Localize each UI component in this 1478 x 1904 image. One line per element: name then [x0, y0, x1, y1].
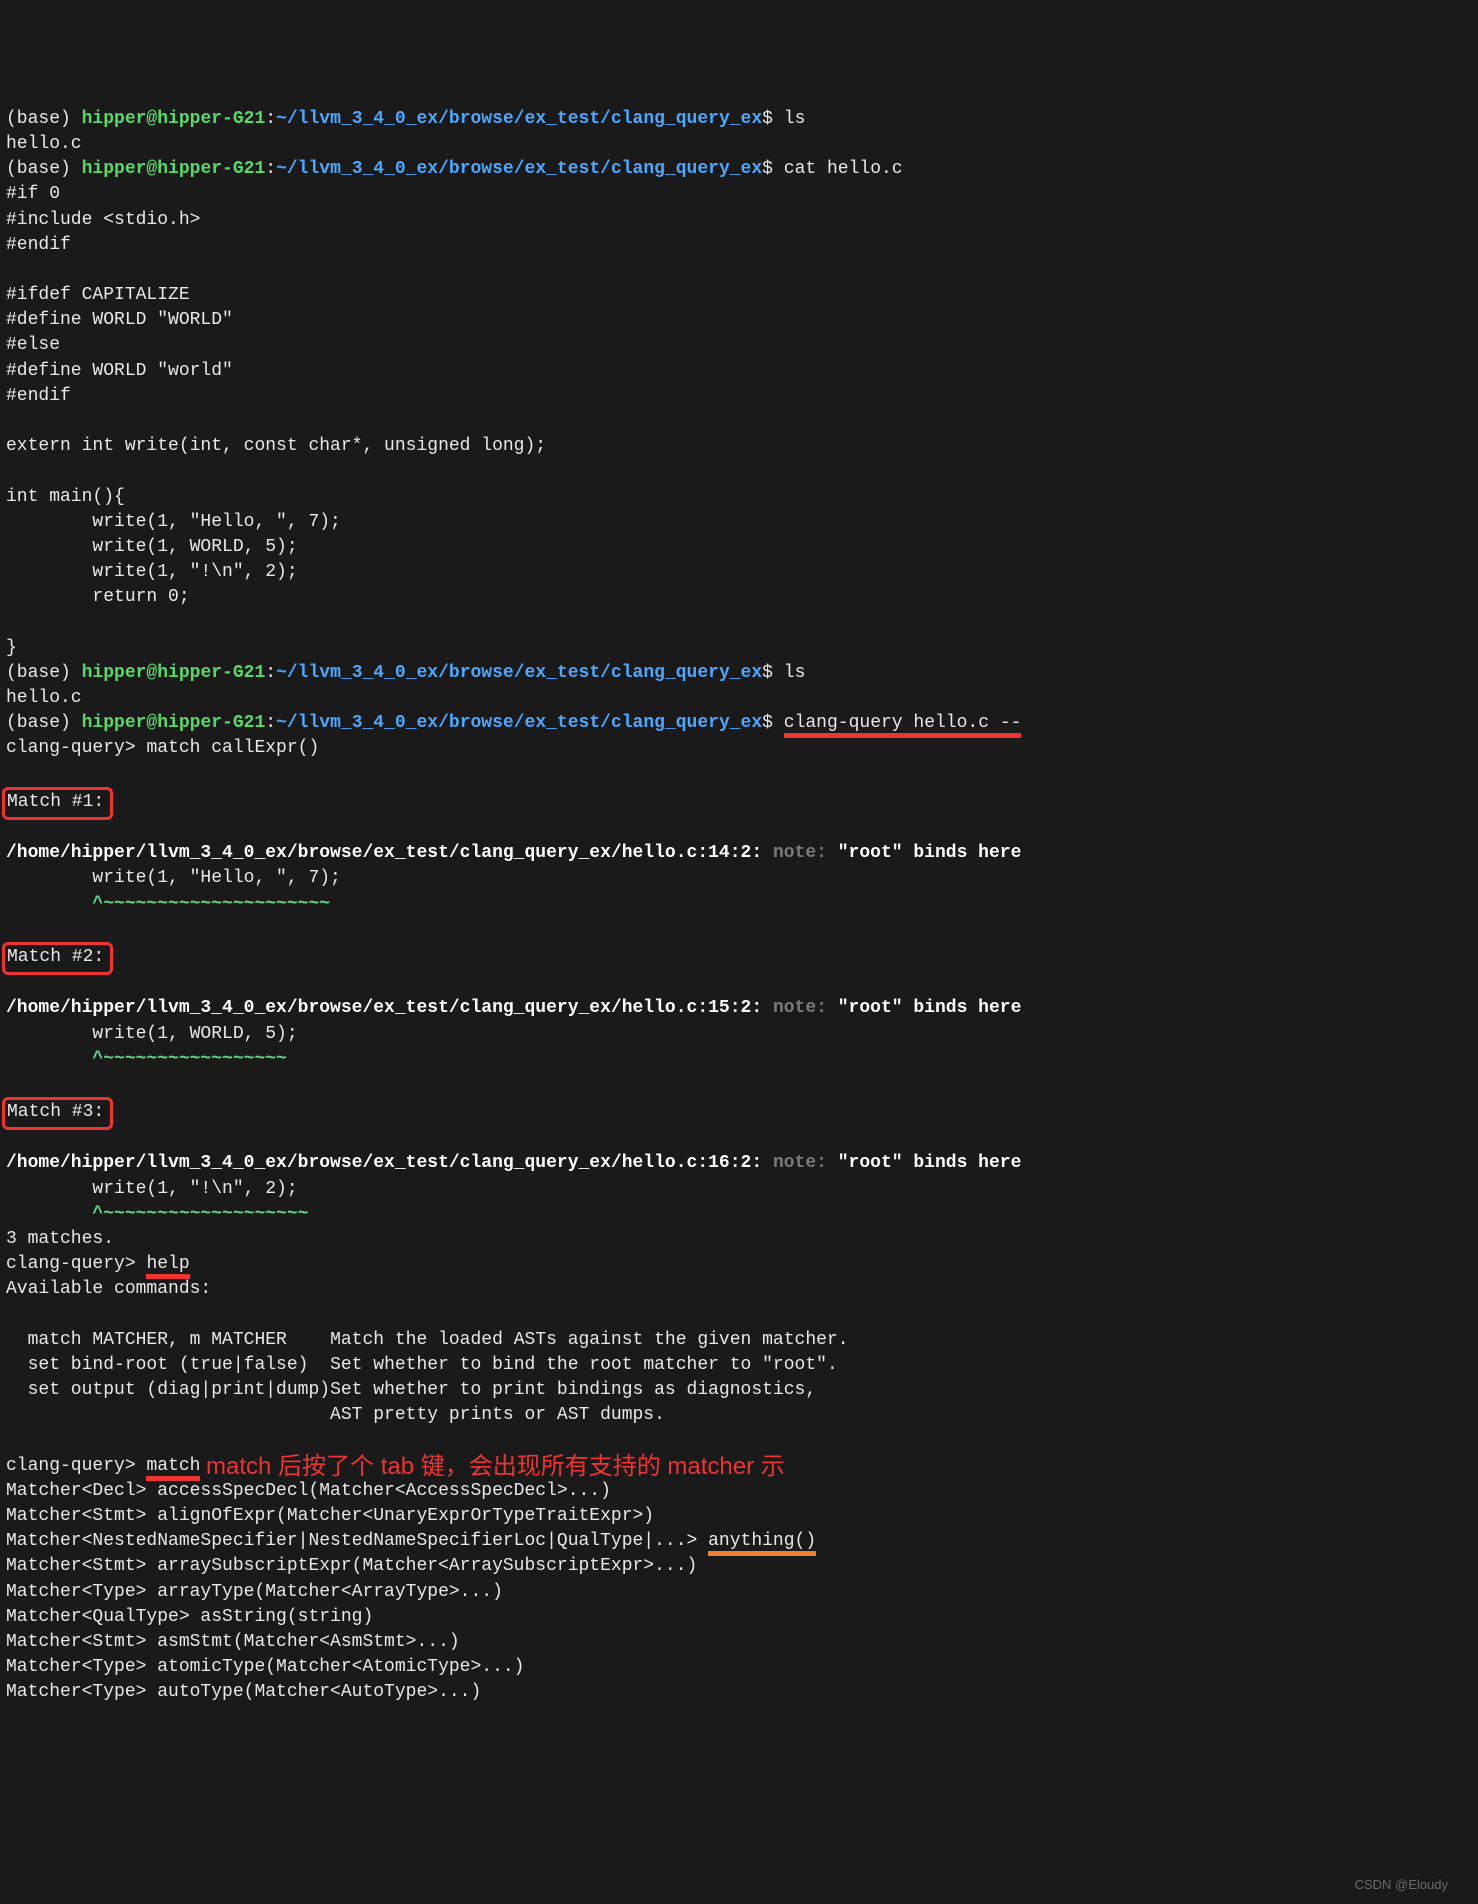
cmd-ls[interactable]: ls [784, 109, 806, 129]
cmd-clang-query[interactable]: clang-query hello.c -- [784, 713, 1022, 738]
match-caret: ^~~~~~~~~~~~~~~~~~~~ [6, 1204, 308, 1224]
note-text: "root" binds here [827, 998, 1021, 1018]
src-line: extern int write(int, const char*, unsig… [6, 436, 546, 456]
cq-prompt: clang-query> [6, 738, 146, 758]
cq-prompt: clang-query> [6, 1456, 146, 1476]
cq-cmd-help[interactable]: help [146, 1254, 189, 1279]
match-caret: ^~~~~~~~~~~~~~~~~~~~~~ [6, 894, 330, 914]
help-row: match MATCHER, m MATCHER Match the loade… [6, 1330, 849, 1350]
src-line: write(1, "Hello, ", 7); [6, 512, 341, 532]
terminal-output: (base) hipper@hipper-G21:~/llvm_3_4_0_ex… [6, 107, 1472, 1706]
cmd-cat[interactable]: cat hello.c [784, 159, 903, 179]
help-row: set output (diag|print|dump)Set whether … [6, 1380, 816, 1400]
matcher-line: Matcher<Type> autoType(Matcher<AutoType>… [6, 1682, 481, 1702]
match-path: /home/hipper/llvm_3_4_0_ex/browse/ex_tes… [6, 998, 773, 1018]
matcher-line: Matcher<QualType> asString(string) [6, 1607, 373, 1627]
prompt-line: (base) hipper@hipper-G21:~/llvm_3_4_0_ex… [6, 109, 805, 129]
match-code: write(1, WORLD, 5); [6, 1024, 298, 1044]
src-line: return 0; [6, 587, 190, 607]
help-row: AST pretty prints or AST dumps. [6, 1405, 665, 1425]
matcher-line: Matcher<Stmt> alignOfExpr(Matcher<UnaryE… [6, 1506, 654, 1526]
note-label: note: [773, 1153, 827, 1173]
src-line: } [6, 638, 17, 658]
src-line: #endif [6, 386, 71, 406]
help-row: set bind-root (true|false) Set whether t… [6, 1355, 838, 1375]
watermark: CSDN @Eloudy [1355, 1876, 1448, 1894]
src-line: #define WORLD "world" [6, 361, 233, 381]
annotation-text: match 后按了个 tab 键，会出现所有支持的 matcher 示 [206, 1450, 785, 1484]
src-line: #else [6, 335, 60, 355]
ls-output: hello.c [6, 134, 82, 154]
src-line: #include <stdio.h> [6, 210, 200, 230]
match-code: write(1, "!\n", 2); [6, 1179, 298, 1199]
match-path: /home/hipper/llvm_3_4_0_ex/browse/ex_tes… [6, 1153, 773, 1173]
src-line: write(1, "!\n", 2); [6, 562, 298, 582]
match-count: 3 matches. [6, 1229, 114, 1249]
prompt-line: (base) hipper@hipper-G21:~/llvm_3_4_0_ex… [6, 663, 805, 683]
note-text: "root" binds here [827, 843, 1021, 863]
cq-match-line: clang-query> matchmatch 后按了个 tab 键，会出现所有… [6, 1456, 200, 1476]
anything-matcher: anything() [708, 1531, 816, 1556]
src-line: #endif [6, 235, 71, 255]
matcher-line: Matcher<Stmt> arraySubscriptExpr(Matcher… [6, 1556, 697, 1576]
src-line: #if 0 [6, 184, 60, 204]
ls-output: hello.c [6, 688, 82, 708]
note-label: note: [773, 843, 827, 863]
match-code: write(1, "Hello, ", 7); [6, 868, 341, 888]
match-header-3: Match #3: [2, 1097, 113, 1130]
note-label: note: [773, 998, 827, 1018]
cmd-ls[interactable]: ls [784, 663, 806, 683]
src-line: int main(){ [6, 487, 125, 507]
match-path: /home/hipper/llvm_3_4_0_ex/browse/ex_tes… [6, 843, 773, 863]
match-caret: ^~~~~~~~~~~~~~~~~~ [6, 1049, 287, 1069]
cq-prompt: clang-query> [6, 1254, 146, 1274]
matcher-line: Matcher<Type> arrayType(Matcher<ArrayTyp… [6, 1582, 503, 1602]
cq-cmd-match[interactable]: match [146, 1456, 200, 1481]
matcher-line: Matcher<Decl> accessSpecDecl(Matcher<Acc… [6, 1481, 611, 1501]
matcher-line: Matcher<Type> atomicType(Matcher<AtomicT… [6, 1657, 524, 1677]
src-line: write(1, WORLD, 5); [6, 537, 298, 557]
note-text: "root" binds here [827, 1153, 1021, 1173]
cq-cmd-match[interactable]: match callExpr() [146, 738, 319, 758]
match-header-1: Match #1: [2, 787, 113, 820]
src-line: #define WORLD "WORLD" [6, 310, 233, 330]
matcher-line: Matcher<Stmt> asmStmt(Matcher<AsmStmt>..… [6, 1632, 460, 1652]
prompt-line: (base) hipper@hipper-G21:~/llvm_3_4_0_ex… [6, 713, 1021, 738]
prompt-line: (base) hipper@hipper-G21:~/llvm_3_4_0_ex… [6, 159, 903, 179]
src-line: #ifdef CAPITALIZE [6, 285, 190, 305]
help-header: Available commands: [6, 1279, 211, 1299]
match-header-2: Match #2: [2, 942, 113, 975]
matcher-line: Matcher<NestedNameSpecifier|NestedNameSp… [6, 1531, 816, 1556]
